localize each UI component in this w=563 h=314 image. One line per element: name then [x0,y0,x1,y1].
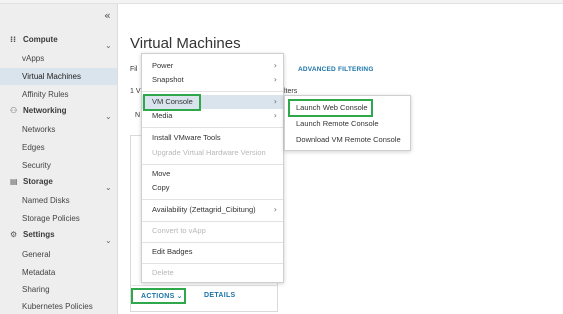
gear-icon: ⚙ [10,230,18,239]
menu-item-label: Snapshot [152,75,184,84]
filters-text: lters [284,88,298,95]
sidebar-item-networks[interactable]: Networks [0,121,117,138]
launch-web-console-highlight-box [288,99,373,117]
menu-item-label: Availability (Zettagrid_Cibitung) [152,205,256,214]
chevron-right-icon: › [273,111,277,120]
menu-item-media[interactable]: Media › [142,109,283,123]
sidebar-section-label: Compute [23,35,58,44]
actions-button[interactable]: ACTIONS ⌄ [131,288,186,304]
sidebar-section-label: Networking [23,106,67,115]
chevron-down-icon[interactable]: ⌄ [105,236,112,245]
sidebar-item-edges[interactable]: Edges [0,139,117,156]
menu-item-snapshot[interactable]: Snapshot › [142,73,283,87]
menu-divider [142,221,283,222]
menu-item-copy[interactable]: Copy [142,181,283,195]
sidebar-section-settings[interactable]: ⚙ Settings [10,230,55,239]
sidebar-section-label: Settings [23,230,55,239]
menu-item-upgrade-hardware[interactable]: Upgrade Virtual Hardware Version [142,146,283,160]
menu-item-delete[interactable]: Delete [142,266,283,280]
sidebar-item-affinity-rules[interactable]: Affinity Rules [0,86,117,103]
network-icon: ⚇ [10,106,18,115]
chevron-down-icon[interactable]: ⌄ [105,112,112,121]
menu-divider [142,242,283,243]
sidebar-section-compute[interactable]: ⁝⁝ Compute [10,35,58,44]
details-button[interactable]: DETAILS [204,292,236,299]
sidebar: « ⁝⁝ Compute ⌄ vApps Virtual Machines Af… [0,4,118,314]
vm-count-text: 1 V [130,88,141,95]
menu-divider [142,127,283,128]
collapse-sidebar-icon[interactable]: « [104,9,111,22]
chevron-right-icon: › [273,75,277,84]
actions-menu: Power › Snapshot › VM Console › Media › … [141,53,284,283]
menu-item-label: Power [152,61,174,70]
menu-item-power[interactable]: Power › [142,59,283,73]
chevron-right-icon: › [273,61,277,70]
sidebar-section-storage[interactable]: ▤ Storage [10,177,53,186]
sidebar-item-vapps[interactable]: vApps [0,50,117,67]
sidebar-section-networking[interactable]: ⚇ Networking [10,106,67,115]
column-label: N [135,112,141,119]
chevron-down-icon[interactable]: ⌄ [105,41,112,50]
sidebar-section-label: Storage [23,177,53,186]
menu-item-convert-to-vapp[interactable]: Convert to vApp [142,224,283,238]
submenu-item-download-remote-console[interactable]: Download VM Remote Console [285,132,410,148]
storage-icon: ▤ [10,177,18,186]
grid-icon: ⁝⁝ [10,35,17,44]
sidebar-item-virtual-machines[interactable]: Virtual Machines [0,68,117,85]
actions-button-label: ACTIONS [141,293,175,300]
advanced-filtering-link[interactable]: ADVANCED FILTERING [298,66,374,73]
sidebar-item-storage-policies[interactable]: Storage Policies [0,210,117,227]
sidebar-item-metadata[interactable]: Metadata [0,264,117,281]
chevron-down-icon: ⌄ [176,292,183,300]
filter-tab[interactable]: Fil [130,66,137,73]
menu-divider [142,263,283,264]
menu-divider [142,199,283,200]
sidebar-item-sharing[interactable]: Sharing [0,281,117,298]
sidebar-item-named-disks[interactable]: Named Disks [0,192,117,209]
menu-item-move[interactable]: Move [142,167,283,181]
sidebar-item-security[interactable]: Security [0,157,117,174]
menu-item-label: Media [152,111,173,120]
submenu-item-launch-remote-console[interactable]: Launch Remote Console [285,116,410,132]
chevron-right-icon: › [273,97,277,106]
sidebar-item-general[interactable]: General [0,246,117,263]
menu-item-availability[interactable]: Availability (Zettagrid_Cibitung) › [142,203,283,217]
chevron-right-icon: › [273,205,277,214]
sidebar-item-kubernetes-policies[interactable]: Kubernetes Policies [0,298,117,314]
vm-console-highlight-box [143,94,201,111]
menu-divider [142,91,283,92]
menu-item-edit-badges[interactable]: Edit Badges [142,245,283,259]
page-title: Virtual Machines [130,35,241,52]
chevron-down-icon[interactable]: ⌄ [105,183,112,192]
menu-item-install-vmware-tools[interactable]: Install VMware Tools [142,131,283,145]
menu-divider [142,164,283,165]
